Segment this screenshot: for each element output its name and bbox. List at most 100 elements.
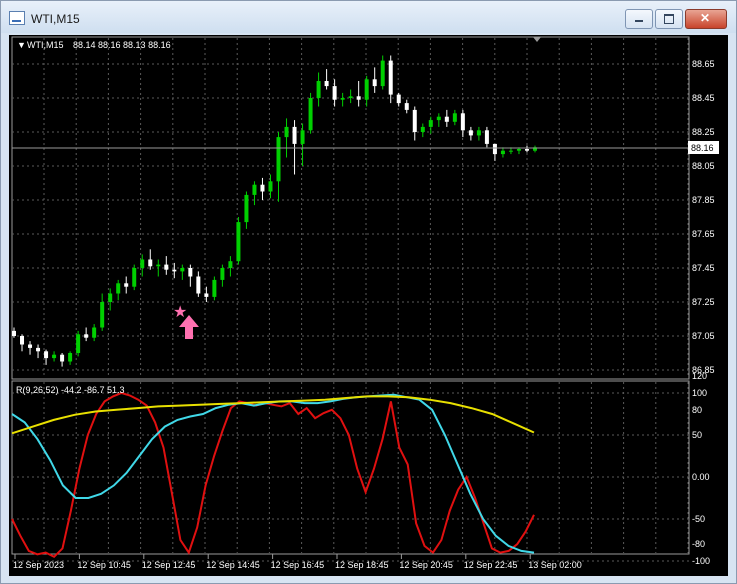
candle-body <box>84 334 89 338</box>
indicator-tick-label: 120 <box>692 371 707 381</box>
indicator-line-1 <box>11 391 535 559</box>
chart-area[interactable]: 88.65 88.45 88.25 88.05 87.85 87.65 87.45 87.25… <box>9 35 728 576</box>
candle-body <box>44 351 49 359</box>
indicator-lines <box>11 391 535 559</box>
candle-body <box>388 60 393 95</box>
price-tick-label: 87.25 <box>692 297 715 307</box>
candle-body <box>220 268 225 280</box>
indicator-header: R(9,26,52) -44.2 -86.7 51.3 <box>16 385 125 395</box>
candle-body <box>172 269 177 272</box>
candle-body <box>180 268 185 272</box>
time-tick-label: 12 Sep 16:45 <box>271 560 325 570</box>
candle-body <box>28 344 33 348</box>
indicator-line-2 <box>11 393 535 554</box>
price-tick-label: 87.45 <box>692 263 715 273</box>
candle-body <box>468 130 473 136</box>
chart-header-ohlc: 88.14 88.16 88.13 88.16 <box>73 40 171 50</box>
maximize-button[interactable] <box>655 9 683 29</box>
candle-body <box>380 60 385 87</box>
candle-body <box>60 354 65 362</box>
time-axis: 12 Sep 2023 12 Sep 10:45 12 Sep 12:45 12 Se… <box>13 554 582 570</box>
chart-window: WTI,M15 88.65 88.45 88.25 88.05 87.85 87.65 87… <box>0 0 737 584</box>
candle-body <box>412 109 417 132</box>
candle-body <box>508 150 513 152</box>
chart-shift-marker-icon <box>533 37 541 42</box>
candle-body <box>268 181 273 192</box>
candle-body <box>252 184 257 195</box>
indicator-tick-label: 80 <box>692 405 702 415</box>
close-button[interactable] <box>685 9 727 29</box>
chart-collapse-icon[interactable]: ▼ <box>17 40 26 50</box>
candle-body <box>516 149 521 151</box>
chart-window-icon <box>9 11 25 25</box>
candle-body <box>108 293 113 302</box>
candle-body <box>100 302 105 328</box>
candle-body <box>356 96 361 100</box>
candle-body <box>196 276 201 294</box>
candle-body <box>332 86 337 100</box>
candle-body <box>20 336 25 345</box>
candle-body <box>364 79 369 100</box>
price-tick-label: 88.25 <box>692 127 715 137</box>
chart-header-symbol: WTI,M15 <box>27 40 64 50</box>
candle-body <box>124 283 129 287</box>
minimize-button[interactable] <box>625 9 653 29</box>
indicator-tick-label: 50 <box>692 430 702 440</box>
candle-body <box>204 293 209 297</box>
candle-body <box>92 327 97 338</box>
candle-body <box>68 353 73 362</box>
candle-body <box>372 79 377 87</box>
window-title: WTI,M15 <box>31 12 80 26</box>
candle-body <box>300 130 305 144</box>
time-tick-label: 12 Sep 18:45 <box>335 560 389 570</box>
indicator-tick-label: -50 <box>692 514 705 524</box>
candle-body <box>164 264 169 270</box>
candle-body <box>12 330 16 336</box>
candle-body <box>156 264 161 267</box>
candle-body <box>396 94 401 104</box>
candle-body <box>348 96 353 98</box>
candle-body <box>316 81 321 98</box>
candle-body <box>524 149 529 151</box>
candle-body <box>228 261 233 268</box>
time-tick-label: 13 Sep 02:00 <box>528 560 582 570</box>
candle-body <box>148 259 153 267</box>
candle-body <box>492 143 497 155</box>
time-tick-label: 12 Sep 10:45 <box>77 560 131 570</box>
candle-body <box>36 347 41 352</box>
candle-body <box>420 126 425 132</box>
title-bar[interactable]: WTI,M15 <box>1 1 736 33</box>
indicator-tick-label: -100 <box>692 556 710 566</box>
candle-body <box>444 116 449 122</box>
price-chart-svg[interactable]: 88.65 88.45 88.25 88.05 87.85 87.65 87.45 87.25… <box>9 35 728 576</box>
candle-body <box>52 354 57 359</box>
indicator-tick-label: -80 <box>692 539 705 549</box>
candle-body <box>292 126 297 144</box>
candle-body <box>76 334 81 353</box>
price-tick-label: 87.85 <box>692 195 715 205</box>
price-tick-label: 88.05 <box>692 161 715 171</box>
candle-body <box>116 283 121 294</box>
time-tick-label: 12 Sep 14:45 <box>206 560 260 570</box>
current-price-label: 88.16 <box>691 143 714 153</box>
candle-body <box>428 120 433 127</box>
time-tick-label: 12 Sep 2023 <box>13 560 64 570</box>
candle-body <box>484 130 489 144</box>
candle-body <box>308 98 313 131</box>
time-tick-label: 12 Sep 12:45 <box>142 560 196 570</box>
grid <box>12 38 689 562</box>
indicator-tick-label: 100 <box>692 388 707 398</box>
price-axis: 88.65 88.45 88.25 88.05 87.85 87.65 87.45 87.25… <box>692 59 715 375</box>
candles <box>12 55 537 367</box>
price-tick-label: 88.45 <box>692 93 715 103</box>
time-tick-label: 12 Sep 20:45 <box>399 560 453 570</box>
candle-body <box>500 150 505 155</box>
indicator-pane-frame <box>11 380 690 555</box>
main-pane-frame <box>11 36 690 380</box>
price-tick-label: 87.65 <box>692 229 715 239</box>
candle-body <box>324 81 329 87</box>
candle-body <box>404 103 409 110</box>
signal-star-icon: ★ <box>173 304 187 321</box>
candle-body <box>436 116 441 121</box>
indicator-axis: 120 100 80 50 0.00 -50 -80 -100 <box>692 371 710 566</box>
